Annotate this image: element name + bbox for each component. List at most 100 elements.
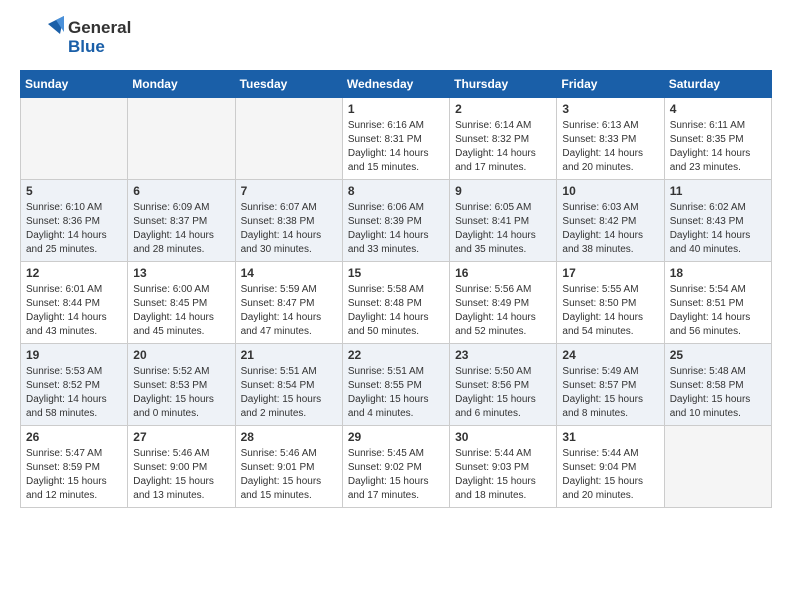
page: GeneralBlue SundayMondayTuesdayWednesday… <box>0 0 792 524</box>
day-cell: 3 Sunrise: 6:13 AM Sunset: 8:33 PM Daylig… <box>557 98 664 180</box>
day-number: 28 <box>241 430 337 444</box>
day-cell: 27 Sunrise: 5:46 AM Sunset: 9:00 PM Dayli… <box>128 426 235 508</box>
col-header-sunday: Sunday <box>21 71 128 98</box>
day-cell: 10 Sunrise: 6:03 AM Sunset: 8:42 PM Dayli… <box>557 180 664 262</box>
week-row-5: 26 Sunrise: 5:47 AM Sunset: 8:59 PM Dayli… <box>21 426 772 508</box>
col-header-monday: Monday <box>128 71 235 98</box>
day-cell: 23 Sunrise: 5:50 AM Sunset: 8:56 PM Dayli… <box>450 344 557 426</box>
day-info: Sunrise: 6:16 AM Sunset: 8:31 PM Dayligh… <box>348 119 444 175</box>
day-number: 10 <box>562 184 658 198</box>
day-info: Sunrise: 5:53 AM Sunset: 8:52 PM Dayligh… <box>26 365 122 421</box>
day-number: 5 <box>26 184 122 198</box>
week-row-4: 19 Sunrise: 5:53 AM Sunset: 8:52 PM Dayli… <box>21 344 772 426</box>
day-info: Sunrise: 6:00 AM Sunset: 8:45 PM Dayligh… <box>133 283 229 339</box>
day-number: 26 <box>26 430 122 444</box>
day-number: 12 <box>26 266 122 280</box>
day-info: Sunrise: 6:06 AM Sunset: 8:39 PM Dayligh… <box>348 201 444 257</box>
day-number: 1 <box>348 102 444 116</box>
day-info: Sunrise: 5:52 AM Sunset: 8:53 PM Dayligh… <box>133 365 229 421</box>
day-info: Sunrise: 5:44 AM Sunset: 9:04 PM Dayligh… <box>562 447 658 503</box>
day-cell: 6 Sunrise: 6:09 AM Sunset: 8:37 PM Daylig… <box>128 180 235 262</box>
day-number: 16 <box>455 266 551 280</box>
day-info: Sunrise: 5:46 AM Sunset: 9:00 PM Dayligh… <box>133 447 229 503</box>
day-info: Sunrise: 6:13 AM Sunset: 8:33 PM Dayligh… <box>562 119 658 175</box>
day-info: Sunrise: 6:07 AM Sunset: 8:38 PM Dayligh… <box>241 201 337 257</box>
day-info: Sunrise: 6:05 AM Sunset: 8:41 PM Dayligh… <box>455 201 551 257</box>
day-number: 13 <box>133 266 229 280</box>
day-cell: 29 Sunrise: 5:45 AM Sunset: 9:02 PM Dayli… <box>342 426 449 508</box>
day-cell: 18 Sunrise: 5:54 AM Sunset: 8:51 PM Dayli… <box>664 262 771 344</box>
day-cell: 30Sunrise: 5:44 AM Sunset: 9:03 PM Dayli… <box>450 426 557 508</box>
col-header-saturday: Saturday <box>664 71 771 98</box>
day-info: Sunrise: 5:55 AM Sunset: 8:50 PM Dayligh… <box>562 283 658 339</box>
day-cell: 20Sunrise: 5:52 AM Sunset: 8:53 PM Dayli… <box>128 344 235 426</box>
day-cell: 19 Sunrise: 5:53 AM Sunset: 8:52 PM Dayli… <box>21 344 128 426</box>
day-cell: 7 Sunrise: 6:07 AM Sunset: 8:38 PM Daylig… <box>235 180 342 262</box>
day-info: Sunrise: 5:51 AM Sunset: 8:54 PM Dayligh… <box>241 365 337 421</box>
logo-icon <box>20 16 64 60</box>
day-cell: 31 Sunrise: 5:44 AM Sunset: 9:04 PM Dayli… <box>557 426 664 508</box>
day-info: Sunrise: 5:47 AM Sunset: 8:59 PM Dayligh… <box>26 447 122 503</box>
col-header-wednesday: Wednesday <box>342 71 449 98</box>
day-cell: 16 Sunrise: 5:56 AM Sunset: 8:49 PM Dayli… <box>450 262 557 344</box>
header: GeneralBlue <box>20 16 772 60</box>
day-number: 27 <box>133 430 229 444</box>
day-info: Sunrise: 5:54 AM Sunset: 8:51 PM Dayligh… <box>670 283 766 339</box>
day-number: 4 <box>670 102 766 116</box>
day-number: 8 <box>348 184 444 198</box>
day-cell: 21Sunrise: 5:51 AM Sunset: 8:54 PM Dayli… <box>235 344 342 426</box>
day-info: Sunrise: 5:51 AM Sunset: 8:55 PM Dayligh… <box>348 365 444 421</box>
week-row-2: 5 Sunrise: 6:10 AM Sunset: 8:36 PM Daylig… <box>21 180 772 262</box>
day-number: 6 <box>133 184 229 198</box>
col-header-tuesday: Tuesday <box>235 71 342 98</box>
day-info: Sunrise: 5:56 AM Sunset: 8:49 PM Dayligh… <box>455 283 551 339</box>
day-cell: 14Sunrise: 5:59 AM Sunset: 8:47 PM Dayli… <box>235 262 342 344</box>
day-info: Sunrise: 5:46 AM Sunset: 9:01 PM Dayligh… <box>241 447 337 503</box>
day-number: 23 <box>455 348 551 362</box>
day-cell: 13 Sunrise: 6:00 AM Sunset: 8:45 PM Dayli… <box>128 262 235 344</box>
week-row-3: 12Sunrise: 6:01 AM Sunset: 8:44 PM Dayli… <box>21 262 772 344</box>
day-info: Sunrise: 6:02 AM Sunset: 8:43 PM Dayligh… <box>670 201 766 257</box>
day-info: Sunrise: 6:09 AM Sunset: 8:37 PM Dayligh… <box>133 201 229 257</box>
day-cell <box>664 426 771 508</box>
day-number: 31 <box>562 430 658 444</box>
logo-blue: Blue <box>68 38 131 57</box>
col-header-thursday: Thursday <box>450 71 557 98</box>
day-cell <box>21 98 128 180</box>
day-cell: 24Sunrise: 5:49 AM Sunset: 8:57 PM Dayli… <box>557 344 664 426</box>
day-cell: 28 Sunrise: 5:46 AM Sunset: 9:01 PM Dayli… <box>235 426 342 508</box>
day-number: 11 <box>670 184 766 198</box>
day-cell: 1 Sunrise: 6:16 AM Sunset: 8:31 PM Daylig… <box>342 98 449 180</box>
day-info: Sunrise: 6:11 AM Sunset: 8:35 PM Dayligh… <box>670 119 766 175</box>
day-number: 19 <box>26 348 122 362</box>
day-cell: 26 Sunrise: 5:47 AM Sunset: 8:59 PM Dayli… <box>21 426 128 508</box>
day-info: Sunrise: 5:50 AM Sunset: 8:56 PM Dayligh… <box>455 365 551 421</box>
day-number: 18 <box>670 266 766 280</box>
day-info: Sunrise: 5:45 AM Sunset: 9:02 PM Dayligh… <box>348 447 444 503</box>
day-number: 22 <box>348 348 444 362</box>
day-number: 30 <box>455 430 551 444</box>
day-info: Sunrise: 6:10 AM Sunset: 8:36 PM Dayligh… <box>26 201 122 257</box>
day-number: 17 <box>562 266 658 280</box>
day-info: Sunrise: 6:14 AM Sunset: 8:32 PM Dayligh… <box>455 119 551 175</box>
day-number: 7 <box>241 184 337 198</box>
day-info: Sunrise: 6:03 AM Sunset: 8:42 PM Dayligh… <box>562 201 658 257</box>
day-cell: 8 Sunrise: 6:06 AM Sunset: 8:39 PM Daylig… <box>342 180 449 262</box>
day-cell: 22 Sunrise: 5:51 AM Sunset: 8:55 PM Dayli… <box>342 344 449 426</box>
day-cell: 5 Sunrise: 6:10 AM Sunset: 8:36 PM Daylig… <box>21 180 128 262</box>
day-info: Sunrise: 5:59 AM Sunset: 8:47 PM Dayligh… <box>241 283 337 339</box>
day-cell <box>128 98 235 180</box>
day-number: 15 <box>348 266 444 280</box>
day-info: Sunrise: 5:58 AM Sunset: 8:48 PM Dayligh… <box>348 283 444 339</box>
day-number: 29 <box>348 430 444 444</box>
calendar-table: SundayMondayTuesdayWednesdayThursdayFrid… <box>20 70 772 508</box>
logo: GeneralBlue <box>20 16 131 60</box>
day-cell: 2Sunrise: 6:14 AM Sunset: 8:32 PM Daylig… <box>450 98 557 180</box>
day-cell <box>235 98 342 180</box>
day-cell: 12Sunrise: 6:01 AM Sunset: 8:44 PM Dayli… <box>21 262 128 344</box>
day-number: 3 <box>562 102 658 116</box>
day-cell: 15 Sunrise: 5:58 AM Sunset: 8:48 PM Dayli… <box>342 262 449 344</box>
day-number: 9 <box>455 184 551 198</box>
day-cell: 4 Sunrise: 6:11 AM Sunset: 8:35 PM Daylig… <box>664 98 771 180</box>
day-cell: 11 Sunrise: 6:02 AM Sunset: 8:43 PM Dayli… <box>664 180 771 262</box>
